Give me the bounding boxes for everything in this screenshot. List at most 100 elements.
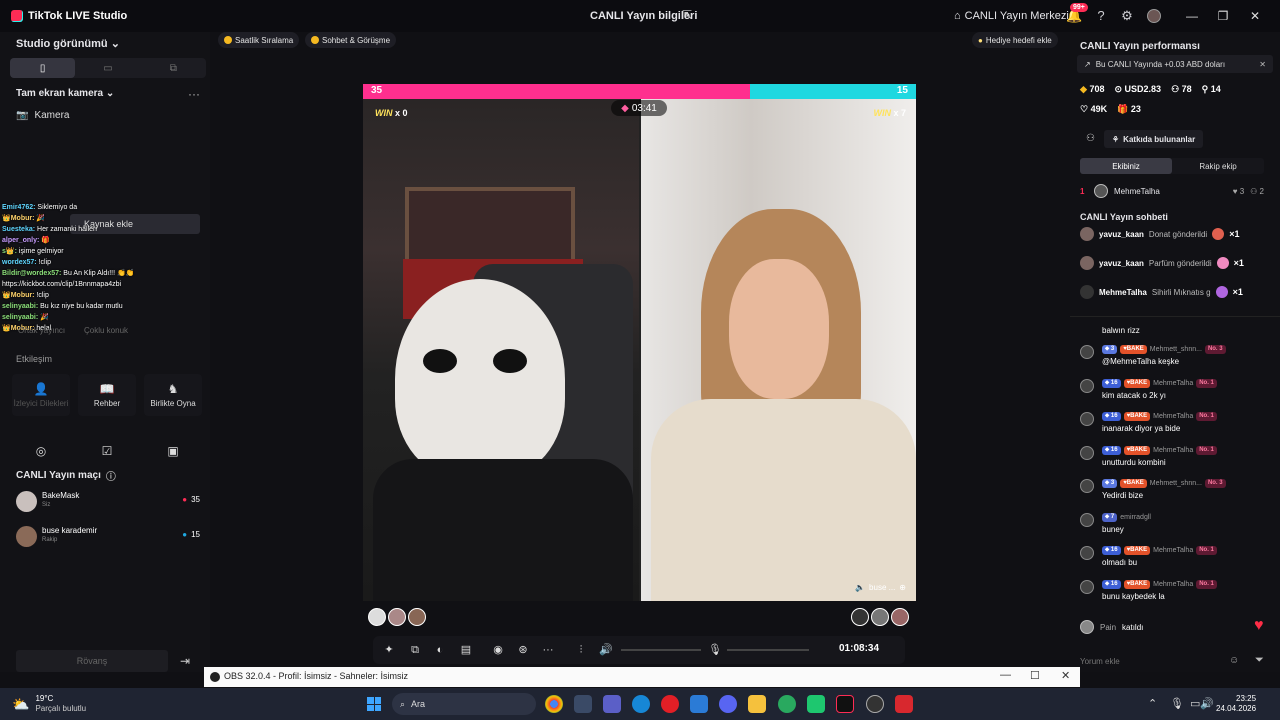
record-icon[interactable]: ◉ [490,642,506,658]
maximize-button[interactable]: ☐ [1030,669,1040,682]
edge-icon[interactable] [632,695,650,713]
share-icon[interactable]: ⇱ [682,9,694,21]
opera-icon[interactable] [661,695,679,713]
clock[interactable]: 23:25 24.04.2026 [1216,694,1256,714]
close-button[interactable]: ✕ [1061,669,1070,682]
sliders-icon[interactable]: ⫶ [573,642,589,658]
microphone-icon[interactable]: 🎙 [707,642,723,658]
contributors-button[interactable]: ⚘ Katkıda bulunanlar [1104,130,1204,148]
chrome-icon[interactable] [545,695,563,713]
volume-icon[interactable]: 🔊 [1200,697,1214,710]
hourly-ranking-pill[interactable]: Saatlik Sıralama [218,32,300,48]
caption-icon[interactable]: ▤ [458,642,474,658]
avatar[interactable] [871,608,889,626]
close-button[interactable]: ✕ [1246,7,1264,25]
co-host-label[interactable]: Ortak yayıncı [18,326,65,335]
more-icon[interactable]: ··· [540,642,556,658]
emoji-icon[interactable]: ☺ [1229,655,1239,666]
chevron-up-icon[interactable]: ⌃ [1148,697,1157,710]
microphone-icon[interactable]: 🎙 [1170,697,1184,710]
teams-icon[interactable] [603,695,621,713]
mic-slider[interactable] [727,649,809,651]
more-icon[interactable]: ··· [188,87,200,101]
chat-message[interactable]: ⬥ 3 ♥BAKE Mehmett_shnn... No. 3 @MehmeTalha … [1080,344,1274,374]
weather-widget[interactable]: ⛅ 19°C Parçalı bulutlu [12,694,86,714]
guide-button[interactable]: 📖 Rehber [78,374,136,416]
contributor-row[interactable]: 1 MehmeTalha ♥ 3 ⚇ 2 [1080,183,1264,199]
add-gift-goal-button[interactable]: ● Hediye hedefi ekle [972,32,1058,48]
app-icon[interactable] [807,695,825,713]
scene-dropdown[interactable]: Tam ekran kamera ⌄ [16,88,114,99]
avatar[interactable] [368,608,386,626]
help-icon[interactable]: ? [1093,8,1109,24]
filter-icon[interactable]: ◐ [432,642,448,658]
chat-message[interactable]: ⬥ 3 ♥BAKE Mehmett_shnn... No. 3 Yedirdi bize [1080,478,1274,508]
effects-icon[interactable]: ✦ [381,642,397,658]
layout-mode-switch: ▯ ▭ ⧉ [10,58,206,78]
tab-rival-team[interactable]: Rakip ekip [1172,158,1264,174]
inbox-icon[interactable]: ▣ [142,430,204,472]
speaker-icon[interactable]: 🔊 [598,642,614,658]
discord-icon[interactable] [719,695,737,713]
minimize-button[interactable]: — [1000,669,1011,681]
obs-icon[interactable] [866,695,884,713]
mask-eye-right [493,349,527,373]
dual-mode-button[interactable]: ⧉ [141,58,206,78]
obs-window-bar[interactable]: OBS 32.0.4 - Profil: İsimsiz - Sahneler:… [204,667,1080,687]
youtube-icon[interactable] [895,695,913,713]
chat-message[interactable]: ⬥ 16 ♥BAKE MehmeTalha No. 1 olmadı bu [1080,545,1274,575]
chat-message[interactable]: ⬥ 16 ♥BAKE MehmeTalha No. 1 unutturdu kombin… [1080,445,1274,475]
portrait-mode-button[interactable]: ▯ [10,58,76,78]
store-icon[interactable] [574,695,592,713]
mail-icon[interactable] [690,695,708,713]
plus-icon[interactable]: ⊕ [899,583,906,592]
chat-message[interactable]: ⬥ 16 ♥BAKE MehmeTalha No. 1 bunu kaybedek la [1080,579,1274,609]
minimize-button[interactable]: — [1183,7,1201,25]
chat-username[interactable]: MehmeTalha [1153,380,1193,387]
avatar[interactable] [408,608,426,626]
viewer-requests-button[interactable]: 👤 İzleyici Dilekleri [12,374,70,416]
chat-username[interactable]: emirradgll [1120,514,1151,521]
avatar[interactable] [851,608,869,626]
play-together-button[interactable]: ♞ Birlikte Oyna [144,374,202,416]
chat-username[interactable]: Mehmett_shnn... [1150,480,1202,487]
taskbar-search[interactable]: ⌕ Ara [392,693,536,715]
rematch-button[interactable]: Rövanş [16,650,168,672]
opponent-tag[interactable]: 🔈 buse ... ⊕ [855,583,906,592]
display-icon[interactable]: ▭ [1190,697,1200,710]
close-icon[interactable]: ✕ [1259,60,1266,69]
chat-message[interactable]: ⬥ 16 ♥BAKE MehmeTalha No. 1 kim atacak o 2k … [1080,378,1274,408]
chat-message[interactable]: ⬥ 7 emirradgll buney [1080,512,1274,542]
folder-icon[interactable] [748,695,766,713]
gear-icon[interactable]: ⚙ [1119,8,1135,24]
multi-guest-label[interactable]: Çoklu konuk [84,326,128,335]
chat-username[interactable]: MehmeTalha [1153,581,1193,588]
chat-username[interactable]: MehmeTalha [1153,413,1193,420]
avatar[interactable] [891,608,909,626]
live-center-button[interactable]: ⌂ CANLI Yayın Merkezi [954,10,1069,22]
restore-button[interactable]: ❐ [1214,7,1232,25]
start-button[interactable] [367,697,381,711]
avatar[interactable] [388,608,406,626]
volume-slider[interactable] [621,649,701,651]
source-camera[interactable]: 📷 Kamera [16,110,69,121]
help-icon[interactable]: ⓘ [106,468,116,483]
chat-message[interactable]: ⬥ 16 ♥BAKE MehmeTalha No. 1 inanarak diyor y… [1080,411,1274,441]
tab-your-team[interactable]: Ekibiniz [1080,158,1172,174]
chat-username[interactable]: MehmeTalha [1153,547,1193,554]
exit-icon[interactable]: ⇥ [180,654,190,668]
camera-settings-icon[interactable]: ⊛ [515,642,531,658]
comment-input[interactable]: Yorum ekle [1076,652,1248,670]
chrome-alt-icon[interactable] [778,695,796,713]
chat-username[interactable]: Mehmett_shnn... [1150,346,1202,353]
chat-username[interactable]: MehmeTalha [1153,447,1193,454]
filter-icon[interactable]: ⏷ [1255,654,1264,667]
target-icon[interactable]: ◎ [10,430,72,472]
screen-icon[interactable]: ⧉ [407,642,423,658]
studio-view-dropdown[interactable]: Studio görünümü ⌄ [16,37,120,50]
checklist-icon[interactable]: ☑ [76,430,138,472]
chat-meet-pill[interactable]: Sohbet & Görüşme [305,32,397,48]
tiktok-icon[interactable] [836,695,854,713]
landscape-mode-button[interactable]: ▭ [75,58,140,78]
avatar[interactable] [1147,9,1161,23]
